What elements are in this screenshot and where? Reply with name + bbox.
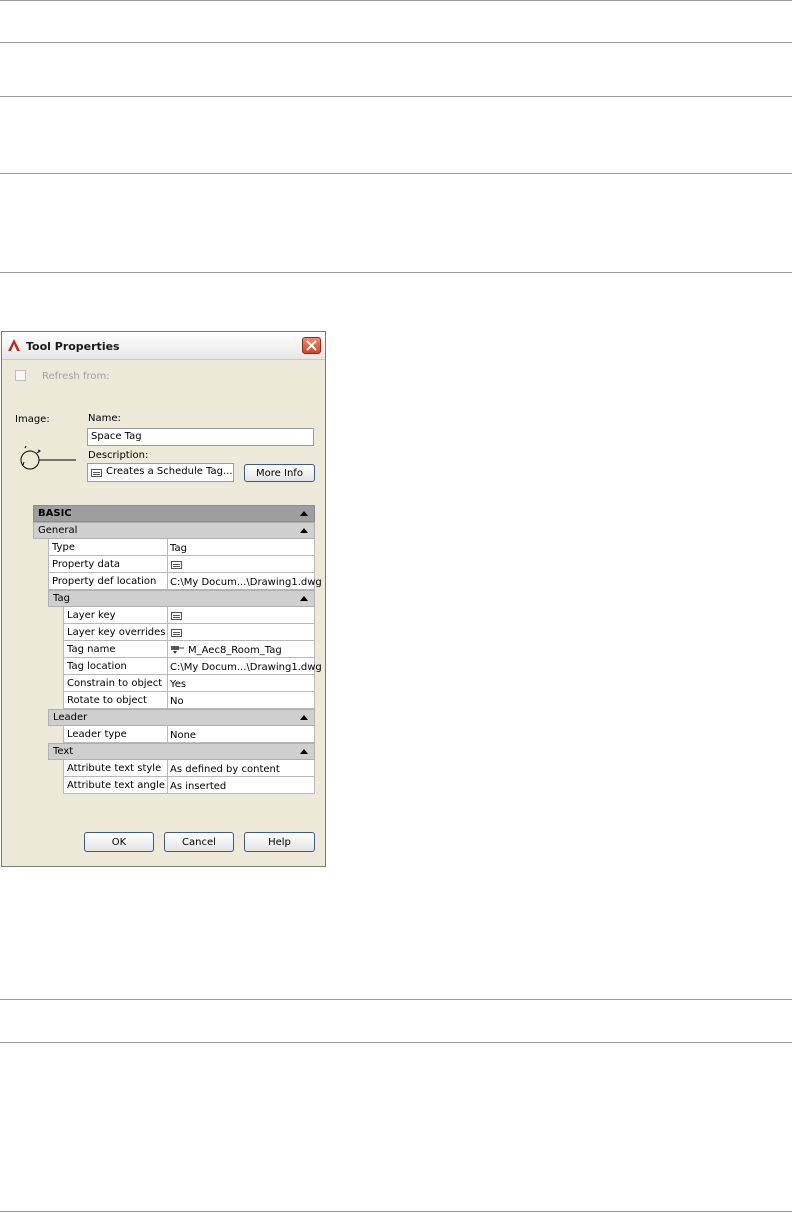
prop-row-leader-type[interactable]: Leader type None: [63, 726, 315, 743]
title-bar[interactable]: Tool Properties: [2, 332, 325, 360]
prop-row-layer-key-overrides[interactable]: Layer key overrides: [63, 624, 315, 641]
prop-row-layer-key[interactable]: Layer key: [63, 607, 315, 624]
page-rule: [0, 272, 792, 273]
group-leader[interactable]: Leader: [48, 709, 315, 726]
prop-value[interactable]: No: [167, 692, 314, 708]
ok-button[interactable]: OK: [84, 832, 154, 852]
prop-name: Tag name: [67, 644, 116, 655]
page-rule: [0, 96, 792, 97]
prop-name: Leader type: [67, 729, 127, 740]
page-rule: [0, 1211, 792, 1212]
help-button[interactable]: Help: [244, 832, 315, 852]
collapse-triangle-icon[interactable]: [300, 528, 308, 533]
group-general[interactable]: General: [33, 522, 315, 539]
prop-value[interactable]: [167, 556, 314, 572]
prop-row-type[interactable]: Type Tag: [48, 539, 315, 556]
group-general-label: General: [38, 525, 78, 536]
app-icon: [8, 339, 20, 351]
page-rule: [0, 0, 792, 1]
tag-preview-icon[interactable]: [18, 445, 78, 471]
collapse-triangle-icon[interactable]: [300, 596, 308, 601]
page-rule: [0, 42, 792, 43]
prop-value[interactable]: None: [167, 726, 314, 742]
prop-name: Property def location: [52, 576, 157, 587]
prop-row-attribute-text-angle[interactable]: Attribute text angle As inserted: [63, 777, 315, 794]
prop-value[interactable]: M_Aec8_Room_Tag: [167, 641, 314, 657]
name-input[interactable]: Space Tag: [87, 428, 314, 446]
prop-name: Constrain to object: [67, 678, 163, 689]
close-button[interactable]: [302, 337, 321, 354]
cancel-button[interactable]: Cancel: [164, 832, 234, 852]
prop-value[interactable]: Yes: [167, 675, 314, 691]
tool-properties-dialog: Tool Properties Refresh from: Image: Nam…: [1, 331, 326, 867]
prop-value[interactable]: C:\My Docum...\Drawing1.dwg: [167, 573, 322, 589]
prop-value[interactable]: [167, 624, 314, 640]
prop-row-rotate-to-object[interactable]: Rotate to object No: [63, 692, 315, 709]
prop-name: Attribute text angle: [67, 780, 165, 791]
section-basic[interactable]: BASIC: [33, 505, 315, 522]
group-text-label: Text: [53, 746, 74, 757]
document-icon: [91, 469, 102, 477]
prop-name: Tag location: [67, 661, 127, 672]
description-label: Description:: [88, 450, 149, 461]
document-icon: [171, 561, 182, 569]
prop-row-property-data[interactable]: Property data: [48, 556, 315, 573]
group-leader-label: Leader: [53, 712, 88, 723]
prop-name: Rotate to object: [67, 695, 147, 706]
image-label: Image:: [15, 414, 50, 425]
prop-value[interactable]: As inserted: [167, 777, 314, 793]
section-basic-label: BASIC: [38, 508, 72, 519]
prop-row-property-def-location[interactable]: Property def location C:\My Docum...\Dra…: [48, 573, 322, 590]
block-icon: [171, 646, 184, 654]
prop-value[interactable]: Tag: [167, 539, 314, 555]
prop-value[interactable]: C:\My Docum...\Drawing1.dwg: [167, 658, 322, 674]
prop-name: Attribute text style: [67, 763, 162, 774]
close-icon: [306, 340, 317, 351]
page-rule: [0, 1042, 792, 1043]
refresh-checkbox[interactable]: [15, 370, 26, 381]
group-text[interactable]: Text: [48, 743, 315, 760]
collapse-triangle-icon[interactable]: [300, 749, 308, 754]
prop-name: Type: [52, 542, 75, 553]
prop-row-constrain-to-object[interactable]: Constrain to object Yes: [63, 675, 315, 692]
page-rule: [0, 173, 792, 174]
group-tag[interactable]: Tag: [48, 590, 315, 607]
prop-name: Layer key: [67, 610, 116, 621]
dialog-title: Tool Properties: [26, 340, 120, 353]
description-field[interactable]: Creates a Schedule Tag...: [87, 463, 234, 482]
document-icon: [171, 612, 182, 620]
collapse-triangle-icon[interactable]: [300, 715, 308, 720]
prop-name: Property data: [52, 559, 121, 570]
name-label: Name:: [88, 413, 121, 424]
prop-row-tag-location[interactable]: Tag location C:\My Docum...\Drawing1.dwg: [63, 658, 322, 675]
prop-name: Layer key overrides: [67, 627, 166, 638]
grid-gutter: [33, 539, 48, 796]
grid-gutter: [48, 726, 63, 743]
grid-gutter: [48, 760, 63, 795]
prop-row-attribute-text-style[interactable]: Attribute text style As defined by conte…: [63, 760, 315, 777]
description-value: Creates a Schedule Tag...: [106, 466, 233, 477]
grid-gutter: [48, 607, 63, 710]
more-info-button[interactable]: More Info: [244, 464, 315, 482]
refresh-label: Refresh from:: [42, 371, 110, 382]
prop-value[interactable]: As defined by content: [167, 760, 314, 776]
collapse-triangle-icon[interactable]: [300, 511, 308, 516]
page-rule: [0, 999, 792, 1000]
document-icon: [171, 629, 182, 637]
prop-row-tag-name[interactable]: Tag name M_Aec8_Room_Tag: [63, 641, 315, 658]
group-tag-label: Tag: [53, 593, 70, 604]
prop-value[interactable]: [167, 607, 314, 623]
